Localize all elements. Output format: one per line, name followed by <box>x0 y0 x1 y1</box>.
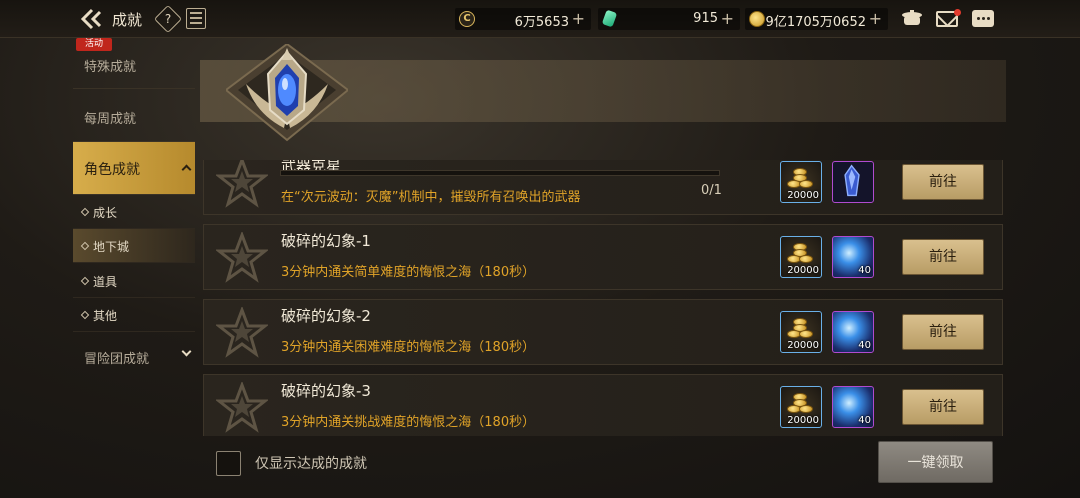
star-badge-icon <box>216 307 268 358</box>
crystal-reward-icon[interactable] <box>832 161 874 203</box>
help-icon[interactable]: ? <box>153 4 183 34</box>
green-gem-icon <box>601 9 618 28</box>
back-arrow-icon[interactable] <box>80 7 106 31</box>
achievement-desc: 3分钟内通关挑战难度的悔恨之海（180秒） <box>281 415 536 430</box>
show-completed-checkbox[interactable] <box>216 451 241 476</box>
currency-gem: 915 + <box>598 8 740 30</box>
achievement-row: 武器克星 在“次元波动：灭魔”机制中，摧毁所有召唤出的武器 0/1 20000 … <box>203 160 1003 215</box>
achievement-desc: 3分钟内通关简单难度的悔恨之海（180秒） <box>281 265 536 280</box>
add-currency-button[interactable]: + <box>572 9 585 28</box>
achievement-name: 破碎的幻象-1 <box>281 232 371 250</box>
go-button[interactable]: 前往 <box>902 164 984 200</box>
achievement-row: 破碎的幻象-1 3分钟内通关简单难度的悔恨之海（180秒） 20000 40 前… <box>203 224 1003 290</box>
pot-icon[interactable] <box>900 10 924 28</box>
top-bar: 成就 ? C 6万5653 + 915 + 9亿1705万0652 + <box>0 0 1080 38</box>
gold-coin-icon <box>749 11 765 27</box>
currency-gold-c: C 6万5653 + <box>455 8 591 30</box>
achievement-row: 破碎的幻象-3 3分钟内通关挑战难度的悔恨之海（180秒） 20000 40 前… <box>203 374 1003 436</box>
star-badge-icon <box>216 160 268 208</box>
sidebar-sub-items[interactable]: 道具 <box>73 264 195 298</box>
blue-orb-reward-icon[interactable]: 40 <box>832 311 874 353</box>
add-currency-button[interactable]: + <box>869 9 882 28</box>
notification-dot <box>954 9 961 16</box>
gold-reward-icon[interactable]: 20000 <box>780 236 822 278</box>
calendar-icon[interactable] <box>186 8 206 29</box>
chevron-up-icon <box>181 164 192 175</box>
diamond-bullet-icon <box>80 276 90 286</box>
show-completed-label: 仅显示达成的成就 <box>255 456 367 472</box>
achievement-emblem-icon <box>226 44 348 142</box>
progress-text: 0/1 <box>701 183 722 198</box>
star-badge-icon <box>216 382 268 433</box>
achievement-desc: 3分钟内通关困难难度的悔恨之海（180秒） <box>281 340 536 355</box>
achievement-name: 破碎的幻象-2 <box>281 307 371 325</box>
blue-orb-reward-icon[interactable]: 40 <box>832 386 874 428</box>
achievement-row: 破碎的幻象-2 3分钟内通关困难难度的悔恨之海（180秒） 20000 40 前… <box>203 299 1003 365</box>
sidebar-sub-dungeon[interactable]: 地下城 <box>73 229 195 263</box>
go-button[interactable]: 前往 <box>902 314 984 350</box>
gold-reward-icon[interactable]: 20000 <box>780 386 822 428</box>
currency-gold: 9亿1705万0652 + <box>745 8 888 30</box>
achievement-list[interactable]: 武器克星 在“次元波动：灭魔”机制中，摧毁所有召唤出的武器 0/1 20000 … <box>203 160 1003 436</box>
gold-reward-icon[interactable]: 20000 <box>780 311 822 353</box>
sidebar-sub-other[interactable]: 其他 <box>73 298 195 332</box>
chat-icon[interactable] <box>972 10 994 27</box>
go-button[interactable]: 前往 <box>902 239 984 275</box>
sidebar-item-weekly[interactable]: 每周成就 <box>73 95 195 142</box>
diamond-bullet-icon <box>80 241 90 251</box>
claim-all-button[interactable]: 一键领取 <box>878 441 993 483</box>
achievement-desc: 在“次元波动：灭魔”机制中，摧毁所有召唤出的武器 <box>281 190 581 205</box>
sidebar-item-character[interactable]: 角色成就 <box>73 142 195 195</box>
diamond-bullet-icon <box>80 207 90 217</box>
sidebar-sub-growth[interactable]: 成长 <box>73 195 195 229</box>
chevron-down-icon <box>181 346 192 357</box>
achievement-name: 破碎的幻象-3 <box>281 382 371 400</box>
sidebar: 特殊成就 每周成就 角色成就 成长 地下城 道具 其他 冒险团成就 <box>73 38 195 368</box>
gold-coin-c-icon: C <box>459 11 475 27</box>
sidebar-item-special[interactable]: 特殊成就 <box>73 48 195 89</box>
page-title: 成就 <box>112 11 143 29</box>
add-currency-button[interactable]: + <box>721 9 734 28</box>
progress-bar <box>280 170 720 176</box>
gold-reward-icon[interactable]: 20000 <box>780 161 822 203</box>
go-button[interactable]: 前往 <box>902 389 984 425</box>
sidebar-item-adventure[interactable]: 冒险团成就 <box>73 334 195 378</box>
diamond-bullet-icon <box>80 310 90 320</box>
star-badge-icon <box>216 232 268 283</box>
blue-orb-reward-icon[interactable]: 40 <box>832 236 874 278</box>
